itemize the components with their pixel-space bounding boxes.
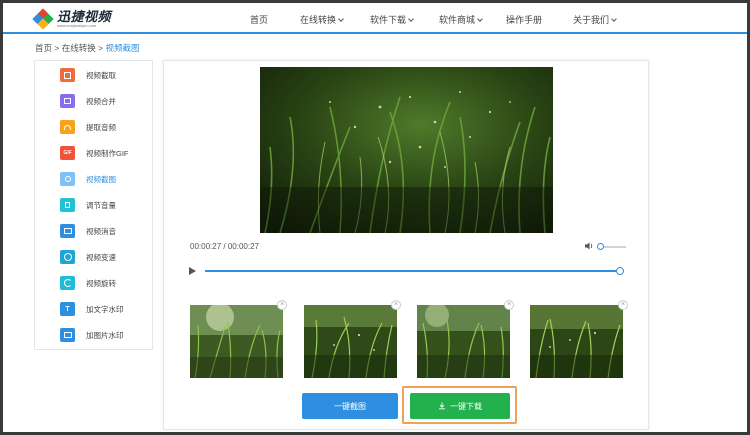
sidebar-item-label: 调节音量 xyxy=(86,200,116,210)
close-icon[interactable]: × xyxy=(277,300,287,310)
rotate-icon xyxy=(60,276,75,290)
breadcrumb-home[interactable]: 首页 xyxy=(35,43,52,53)
scissors-icon xyxy=(60,172,75,186)
sidebar-item-label: 视频截图 xyxy=(86,174,116,184)
nav-software-download[interactable]: 软件下载 xyxy=(370,13,414,26)
breadcrumb: 首页 > 在线转换 > 视频截图 xyxy=(35,42,139,54)
sidebar-item-label: 视频变速 xyxy=(86,252,116,262)
nav-software-store-label: 软件商城 xyxy=(439,15,476,25)
breadcrumb-separator: > xyxy=(98,43,104,53)
sidebar-item-image-watermark[interactable]: 加图片水印 xyxy=(35,322,154,348)
sidebar-item-mute-video[interactable]: 视频消音 xyxy=(35,218,154,244)
video-preview[interactable] xyxy=(260,67,553,233)
sidebar-item-text-watermark[interactable]: T 加文字水印 xyxy=(35,296,154,322)
sidebar-item-label: 视频合并 xyxy=(86,96,116,106)
chevron-down-icon xyxy=(477,15,483,22)
nav-manual-label: 操作手册 xyxy=(506,15,543,25)
nav-online-convert-label: 在线转换 xyxy=(300,15,337,25)
screenshot-panel: 00:00:27 / 00:00:27 × × × × 一键截图 一键下载 xyxy=(163,60,649,430)
gif-icon: GIF xyxy=(60,146,75,160)
logo-title: 迅捷视频 xyxy=(57,9,112,24)
time-separator: / xyxy=(223,242,226,251)
progress-fill xyxy=(205,270,620,272)
grass-video-frame xyxy=(260,67,553,233)
speed-icon xyxy=(60,250,75,264)
duration: 00:00:27 xyxy=(227,242,259,251)
site-logo[interactable]: 迅捷视频 www.xunjieshipin.com xyxy=(32,8,114,30)
nav-software-store[interactable]: 软件商城 xyxy=(439,13,483,26)
sidebar-item-video-rotate[interactable]: 视频旋转 xyxy=(35,270,154,296)
download-button-highlight xyxy=(402,386,517,424)
nav-about[interactable]: 关于我们 xyxy=(573,13,617,26)
progress-handle[interactable] xyxy=(616,267,624,275)
screenshot-image xyxy=(190,305,283,378)
nav-home-label: 首页 xyxy=(250,15,269,25)
screenshot-thumbnail[interactable] xyxy=(190,305,283,378)
play-icon[interactable] xyxy=(189,267,196,275)
nav-software-download-label: 软件下载 xyxy=(370,15,407,25)
sidebar-item-label: 视频制作GIF xyxy=(86,148,129,158)
screenshot-image xyxy=(417,305,510,378)
screenshot-image xyxy=(530,305,623,378)
volume-icon xyxy=(60,198,75,212)
image-watermark-icon xyxy=(60,328,75,342)
logo-tagline: www.xunjieshipin.com xyxy=(57,23,97,28)
screenshot-thumbnail[interactable] xyxy=(417,305,510,378)
close-icon[interactable]: × xyxy=(391,300,401,310)
screenshot-thumbnail[interactable] xyxy=(530,305,623,378)
nav-home[interactable]: 首页 xyxy=(250,13,268,26)
sidebar-item-label: 视频旋转 xyxy=(86,278,116,288)
sidebar-item-label: 提取音频 xyxy=(86,122,116,132)
mute-video-icon xyxy=(60,224,75,238)
chevron-down-icon xyxy=(408,15,414,22)
sidebar-item-label: 加文字水印 xyxy=(86,304,124,314)
close-icon[interactable]: × xyxy=(504,300,514,310)
screenshot-image xyxy=(304,305,397,378)
time-display: 00:00:27 / 00:00:27 xyxy=(190,242,259,251)
crop-icon xyxy=(60,68,75,82)
headphones-icon xyxy=(60,120,75,134)
sidebar-item-adjust-volume[interactable]: 调节音量 xyxy=(35,192,154,218)
chevron-down-icon xyxy=(338,15,344,22)
sidebar-item-label: 加图片水印 xyxy=(86,330,124,340)
nav-about-label: 关于我们 xyxy=(573,15,610,25)
screenshot-button[interactable]: 一键截图 xyxy=(302,393,398,419)
merge-icon xyxy=(60,94,75,108)
breadcrumb-current: 视频截图 xyxy=(105,43,140,53)
sidebar-item-video-speed[interactable]: 视频变速 xyxy=(35,244,154,270)
sidebar-item-label: 视频消音 xyxy=(86,226,116,236)
screenshot-thumbnail[interactable] xyxy=(304,305,397,378)
chevron-down-icon xyxy=(611,15,617,22)
volume-icon[interactable] xyxy=(584,241,594,251)
sidebar-item-video-merge[interactable]: 视频合并 xyxy=(35,88,154,114)
nav-online-convert[interactable]: 在线转换 xyxy=(300,13,344,26)
breadcrumb-online-convert[interactable]: 在线转换 xyxy=(62,43,96,53)
current-time: 00:00:27 xyxy=(190,242,222,251)
sidebar-item-video-crop[interactable]: 视频截取 xyxy=(35,62,154,88)
nav-manual[interactable]: 操作手册 xyxy=(506,13,542,26)
text-watermark-icon: T xyxy=(60,302,75,316)
tool-sidebar: 视频截取 视频合并 提取音频 GIF 视频制作GIF 视频截图 调节音量 视频消… xyxy=(34,60,153,350)
volume-slider-handle[interactable] xyxy=(597,243,604,250)
sidebar-item-make-gif[interactable]: GIF 视频制作GIF xyxy=(35,140,154,166)
top-header: 迅捷视频 www.xunjieshipin.com 首页 在线转换 软件下载 软… xyxy=(3,3,747,34)
logo-mark-icon xyxy=(32,8,54,30)
close-icon[interactable]: × xyxy=(618,300,628,310)
sidebar-item-extract-audio[interactable]: 提取音频 xyxy=(35,114,154,140)
breadcrumb-separator: > xyxy=(54,43,60,53)
sidebar-item-label: 视频截取 xyxy=(86,70,116,80)
sidebar-item-video-screenshot[interactable]: 视频截图 xyxy=(35,166,154,192)
